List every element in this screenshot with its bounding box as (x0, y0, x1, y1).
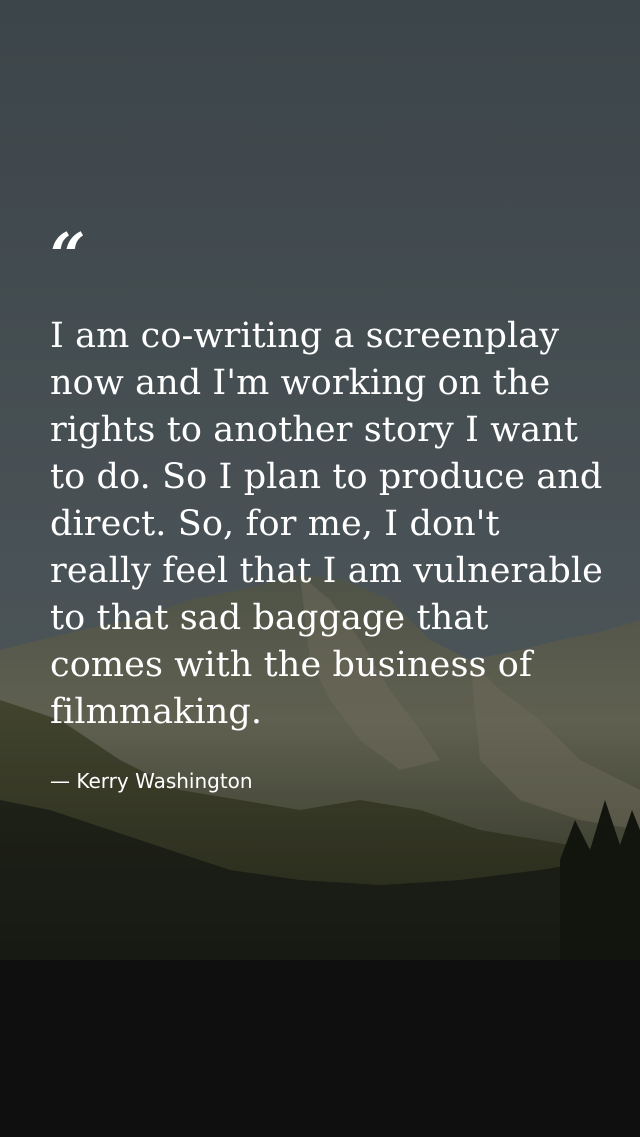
quote-author: — Kerry Washington (50, 769, 253, 793)
quote-text: I am co-writing a screenplay now and I'm… (50, 316, 603, 732)
quote-mark-icon: “ (50, 219, 86, 292)
quote-card: “ I am co-writing a screenplay now and I… (50, 225, 610, 794)
